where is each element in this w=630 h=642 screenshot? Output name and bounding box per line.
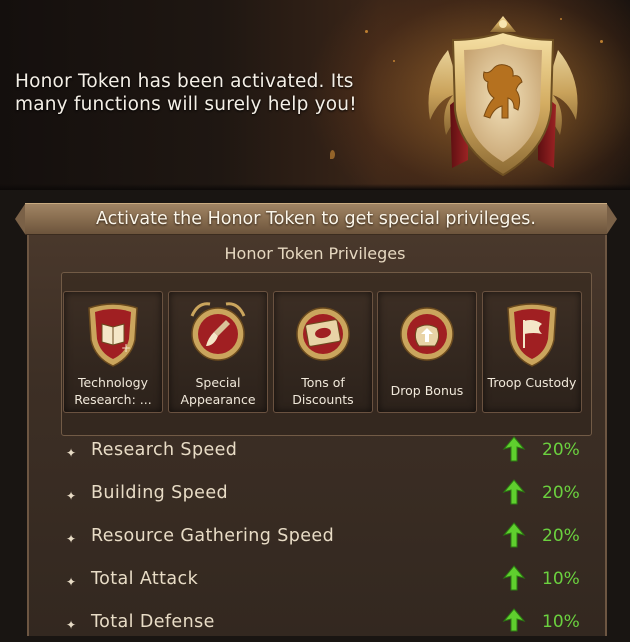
stat-row-total-defense: ✦ Total Defense 10% — [60, 608, 590, 642]
activation-ribbon: Activate the Honor Token to get special … — [15, 203, 617, 235]
green-up-arrow-icon — [502, 608, 526, 632]
green-up-arrow-icon — [502, 522, 526, 548]
privilege-label: Technology Research: ... — [74, 375, 152, 407]
privilege-label: Troop Custody — [487, 375, 577, 390]
privilege-label: Special Appearance — [180, 375, 256, 407]
activation-message: Honor Token has been activated. Its many… — [15, 71, 357, 115]
stat-name: Research Speed — [91, 440, 238, 460]
stat-row-total-attack: ✦ Total Attack 10% — [60, 565, 590, 599]
stat-value: 10% — [542, 569, 580, 589]
diamond-bullet-icon: ✦ — [66, 575, 77, 589]
privilege-drop-bonus[interactable]: Drop Bonus — [377, 291, 477, 413]
lion-crest-emblem-icon — [428, 16, 578, 177]
diamond-bullet-icon: ✦ — [66, 489, 77, 503]
privilege-label: Tons of Discounts — [292, 375, 354, 407]
stat-name: Total Defense — [91, 612, 215, 632]
activation-banner: Honor Token has been activated. Its many… — [0, 0, 630, 190]
ember-particle — [330, 150, 335, 159]
stat-value: 10% — [542, 612, 580, 632]
ember-particle — [365, 30, 368, 33]
diamond-bullet-icon: ✦ — [66, 618, 77, 632]
privilege-technology-research[interactable]: + Technology Research: ... — [63, 291, 163, 413]
ember-particle — [600, 40, 603, 43]
stat-name: Resource Gathering Speed — [91, 526, 335, 546]
flag-shield-icon — [507, 303, 557, 367]
stat-value: 20% — [542, 440, 580, 460]
diamond-bullet-icon: ✦ — [66, 532, 77, 546]
stat-name: Total Attack — [91, 569, 199, 589]
privilege-label: Drop Bonus — [390, 383, 464, 398]
green-up-arrow-icon — [502, 479, 526, 505]
stat-row-research-speed: ✦ Research Speed 20% — [60, 436, 590, 470]
svg-text:+: + — [121, 341, 131, 355]
privilege-troop-custody[interactable]: Troop Custody — [482, 291, 582, 413]
brush-icon — [190, 302, 246, 361]
ember-particle — [393, 60, 395, 62]
discount-ticket-icon — [296, 307, 350, 361]
loot-bag-up-icon — [400, 307, 454, 361]
stat-value: 20% — [542, 483, 580, 503]
stat-value: 20% — [542, 526, 580, 546]
stat-row-building-speed: ✦ Building Speed 20% — [60, 479, 590, 513]
stat-name: Building Speed — [91, 483, 229, 503]
stat-row-resource-gathering-speed: ✦ Resource Gathering Speed 20% — [60, 522, 590, 556]
green-up-arrow-icon — [502, 436, 526, 462]
book-shield-icon: + — [88, 303, 138, 367]
diamond-bullet-icon: ✦ — [66, 446, 77, 460]
privilege-tons-of-discounts[interactable]: Tons of Discounts — [273, 291, 373, 413]
green-up-arrow-icon — [502, 565, 526, 591]
privileges-title: Honor Token Privileges — [224, 244, 406, 263]
privilege-special-appearance[interactable]: Special Appearance — [168, 291, 268, 413]
